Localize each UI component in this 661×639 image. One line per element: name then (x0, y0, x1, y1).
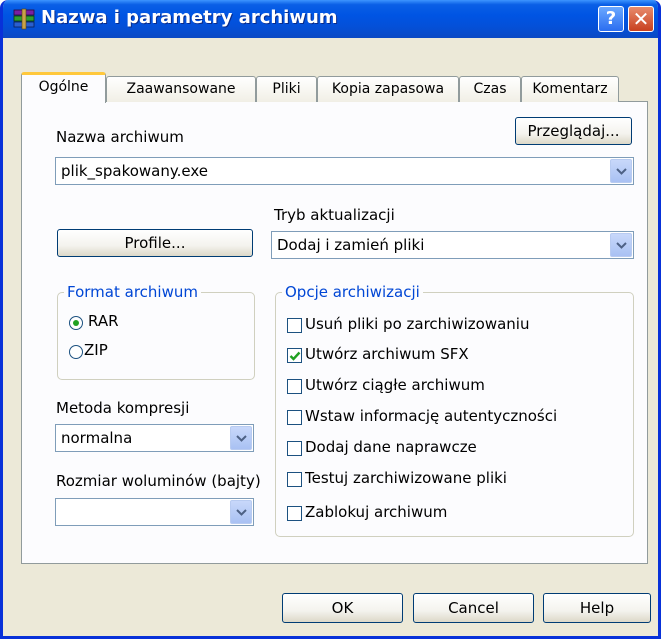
volume-size-dropdown-button[interactable] (230, 500, 252, 524)
checkbox-recovery-label[interactable]: Dodaj dane naprawcze (305, 438, 477, 456)
checkbox-lock-archive-label[interactable]: Zablokuj archiwum (305, 503, 447, 521)
archive-name-combo[interactable]: plik_spakowany.exe (55, 157, 634, 185)
tab-time[interactable]: Czas (459, 76, 521, 102)
volume-size-label: Rozmiar woluminów (bajty) (56, 472, 261, 490)
chevron-down-icon (236, 435, 247, 442)
browse-button[interactable]: Przeglądaj... (515, 117, 632, 145)
titlebar-help-button[interactable]: ? (598, 6, 624, 32)
tab-backup[interactable]: Kopia zapasowa (317, 76, 459, 102)
chevron-down-icon (616, 168, 627, 175)
ok-button[interactable]: OK (282, 593, 403, 623)
winrar-books-icon (13, 8, 35, 30)
tab-advanced[interactable]: Zaawansowane (106, 76, 256, 102)
compression-label: Metoda kompresji (56, 399, 190, 417)
checkbox-create-sfx-label[interactable]: Utwórz archiwum SFX (305, 345, 469, 363)
archive-name-value[interactable]: plik_spakowany.exe (61, 162, 208, 180)
checkbox-test-files-label[interactable]: Testuj zarchiwizowane pliki (305, 469, 507, 487)
update-mode-value[interactable]: Dodaj i zamień pliki (277, 236, 424, 254)
help-button[interactable]: Help (543, 593, 651, 623)
checkbox-delete-after[interactable] (287, 318, 302, 333)
checkbox-test-files[interactable] (287, 472, 302, 487)
radio-rar-label[interactable]: RAR (88, 312, 119, 330)
options-group-title: Opcje archiwizacji (282, 283, 423, 301)
chevron-down-icon (236, 509, 247, 516)
update-mode-label: Tryb aktualizacji (274, 206, 395, 224)
compression-value[interactable]: normalna (61, 429, 132, 447)
profiles-button[interactable]: Profile... (57, 229, 253, 257)
checkbox-authenticity-label[interactable]: Wstaw informację autentyczności (305, 407, 557, 425)
checkbox-lock-archive[interactable] (287, 506, 302, 521)
checkbox-delete-after-label[interactable]: Usuń pliki po zarchiwizowaniu (305, 315, 529, 333)
titlebar-close-button[interactable]: ✕ (628, 6, 654, 32)
radio-zip[interactable] (69, 345, 83, 359)
radio-rar[interactable] (69, 316, 83, 330)
format-group-title: Format archiwum (64, 283, 201, 301)
update-mode-combo[interactable]: Dodaj i zamień pliki (271, 231, 634, 259)
format-group: Format archiwum (57, 283, 255, 380)
checkbox-recovery[interactable] (287, 441, 302, 456)
dialog-window: Nazwa i parametry archiwum ? ✕ Ogólne Za… (0, 0, 661, 639)
update-mode-dropdown-button[interactable] (610, 233, 632, 257)
tab-general[interactable]: Ogólne (21, 72, 106, 103)
checkbox-authenticity[interactable] (287, 410, 302, 425)
tab-comment[interactable]: Komentarz (521, 76, 619, 102)
compression-combo[interactable]: normalna (55, 424, 254, 452)
cancel-button[interactable]: Cancel (413, 593, 534, 623)
checkbox-solid-archive[interactable] (287, 379, 302, 394)
archive-name-label: Nazwa archiwum (56, 128, 184, 146)
title-bar[interactable]: Nazwa i parametry archiwum ? ✕ (3, 0, 658, 38)
chevron-down-icon (616, 242, 627, 249)
archive-name-dropdown-button[interactable] (610, 159, 632, 183)
radio-selected-dot (73, 320, 79, 326)
checkmark-icon (289, 351, 301, 361)
checkbox-solid-archive-label[interactable]: Utwórz ciągłe archiwum (305, 376, 485, 394)
checkbox-create-sfx[interactable] (287, 348, 302, 363)
compression-dropdown-button[interactable] (230, 426, 252, 450)
window-title: Nazwa i parametry archiwum (41, 7, 338, 28)
volume-size-combo[interactable] (55, 498, 254, 526)
radio-zip-label[interactable]: ZIP (84, 341, 108, 359)
tab-files[interactable]: Pliki (256, 76, 317, 102)
